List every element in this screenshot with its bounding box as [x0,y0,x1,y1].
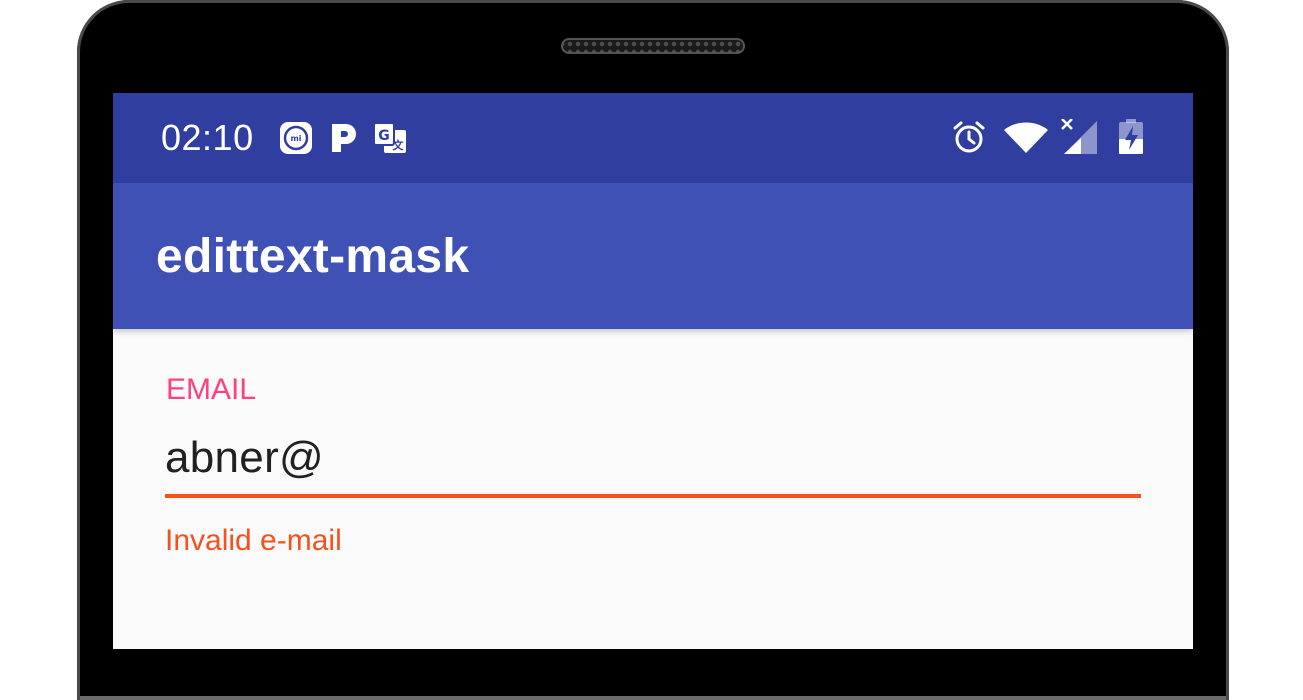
app-title: edittext-mask [156,230,470,283]
battery-charging-icon [1119,119,1143,154]
earpiece-speaker [561,38,745,54]
svg-text:文: 文 [393,138,405,152]
email-input-underline [165,494,1141,498]
alarm-icon [953,121,985,153]
app-bar: edittext-mask [113,183,1193,329]
status-clock: 02:10 [161,117,254,158]
svg-text:G: G [378,128,390,144]
pandora-icon [332,124,356,152]
svg-text:mi: mi [290,134,301,143]
status-bar: 02:10 mi G 文 [113,93,1193,183]
device-screen: 02:10 mi G 文 edittext-mask EMAIL abner@ … [113,93,1193,649]
wifi-icon [1004,122,1048,153]
translate-icon: G 文 [373,122,406,153]
email-error-message: Invalid e-mail [165,524,342,557]
email-field-label: EMAIL [166,373,257,406]
mi-icon: mi [280,122,312,154]
signal-icon [1061,119,1097,154]
email-input-value[interactable]: abner@ [165,433,324,483]
